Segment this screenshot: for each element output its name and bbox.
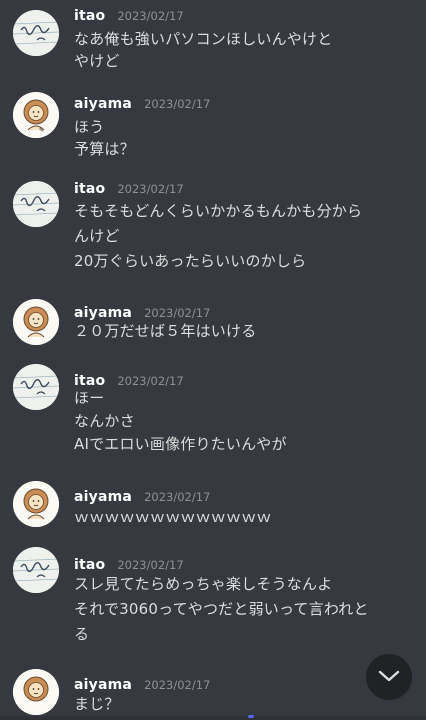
timestamp: 2023/02/17 (144, 306, 211, 320)
itao-avatar[interactable] (13, 547, 59, 593)
message-text: ほー (74, 389, 105, 407)
aiyama-avatar[interactable] (13, 481, 59, 527)
timestamp: 2023/02/17 (144, 678, 211, 692)
timestamp: 2023/02/17 (144, 97, 211, 111)
message-text: まじ？ (74, 695, 120, 713)
username[interactable]: itao (74, 557, 105, 573)
itao-avatar[interactable] (13, 10, 59, 56)
aiyama-avatar[interactable]: ✎ (13, 92, 59, 138)
aiyama-avatar[interactable] (13, 669, 59, 715)
timestamp: 2023/02/17 (117, 558, 184, 572)
username[interactable]: aiyama (74, 305, 132, 321)
username[interactable]: aiyama (74, 677, 132, 693)
message-text: ２０万だせば５年はいける (74, 322, 257, 340)
username[interactable]: aiyama (74, 96, 132, 112)
message-text: なんかさ (74, 412, 135, 430)
aiyama-avatar[interactable] (13, 299, 59, 345)
message-text: それで3060ってやつだと弱いって言われと (74, 600, 369, 618)
unread-indicator (248, 715, 254, 718)
username[interactable]: itao (74, 181, 105, 197)
timestamp: 2023/02/17 (117, 182, 184, 196)
message-text: 予算は？ (74, 140, 135, 158)
message-text: 20万ぐらいあったらいいのかしら (74, 252, 307, 270)
message-text: ほう (74, 118, 105, 136)
message-text: る (74, 625, 90, 643)
username[interactable]: itao (74, 8, 105, 24)
message-text: やけど (74, 52, 120, 70)
message-text: なあ俺も強いパソコンほしいんやけと (74, 30, 333, 48)
message-text: んけど (74, 227, 120, 245)
itao-avatar[interactable] (13, 181, 59, 227)
username[interactable]: aiyama (74, 489, 132, 505)
message-text: ｗｗｗｗｗｗｗｗｗｗｗｗｗ (74, 508, 272, 526)
svg-text:✎: ✎ (39, 127, 44, 134)
message-text: スレ見てたらめっちゃ楽しそうなんよ (74, 575, 333, 593)
timestamp: 2023/02/17 (117, 374, 184, 388)
timestamp: 2023/02/17 (144, 490, 211, 504)
chevron-down-icon (378, 668, 400, 687)
message-text: AIでエロい画像作りたいんやが (74, 435, 287, 453)
timestamp: 2023/02/17 (117, 9, 184, 23)
composer-edge (0, 716, 426, 720)
message-text: そもそもどんくらいかかるもんかも分から (74, 202, 363, 220)
jump-to-bottom-button[interactable] (366, 654, 412, 700)
itao-avatar[interactable] (13, 364, 59, 410)
